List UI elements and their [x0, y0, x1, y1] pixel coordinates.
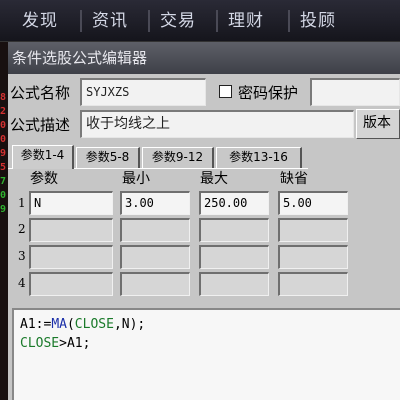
param-max-cell[interactable]: [199, 218, 269, 242]
strip-number: 9: [0, 148, 7, 159]
param-default-cell[interactable]: 5.00: [278, 191, 348, 215]
param-max-cell[interactable]: [199, 272, 269, 296]
column-header-param: 参数: [30, 171, 58, 187]
strip-number: 8: [0, 92, 7, 103]
password-input[interactable]: [310, 78, 400, 106]
strip-number: 7: [0, 176, 7, 187]
dialog-title: 条件选股公式编辑器: [12, 49, 148, 67]
param-max-cell[interactable]: 250.00: [199, 191, 269, 215]
menu-separator: [288, 10, 290, 32]
code-token-variable: A1: [20, 317, 36, 332]
code-line-1: A1:=MA(CLOSE,N);: [20, 315, 394, 334]
formula-desc-label: 公式描述: [10, 116, 71, 134]
left-quote-strip: 8 2 0 0 9 5 7 0 9: [0, 42, 8, 400]
strip-number: 0: [0, 120, 7, 131]
column-header-min: 最小: [122, 171, 150, 187]
code-token-args: ,N);: [113, 317, 146, 332]
menu-separator: [216, 10, 218, 32]
password-label: 密码保护: [238, 84, 299, 102]
param-min-cell[interactable]: [120, 218, 190, 242]
menu-separator: [148, 10, 150, 32]
menu-item-advisor[interactable]: 投顾: [300, 8, 336, 34]
row-number: 1: [18, 196, 26, 210]
menu-item-trade[interactable]: 交易: [160, 8, 196, 34]
param-min-cell[interactable]: [120, 245, 190, 269]
param-name-cell[interactable]: [29, 245, 113, 269]
formula-name-label: 公式名称: [10, 84, 71, 102]
param-default-cell[interactable]: [278, 245, 348, 269]
row-number: 4: [18, 276, 26, 290]
param-default-cell[interactable]: [278, 272, 348, 296]
dialog-titlebar[interactable]: 条件选股公式编辑器: [8, 42, 400, 74]
param-name-cell[interactable]: [29, 218, 113, 242]
menu-item-discover[interactable]: 发现: [22, 8, 58, 34]
password-checkbox[interactable]: [219, 85, 232, 98]
tab-params-1-4[interactable]: 参数1-4: [12, 145, 74, 169]
strip-number: 9: [0, 204, 7, 215]
row-number: 3: [18, 249, 26, 263]
tab-params-5-8[interactable]: 参数5-8: [76, 147, 140, 168]
menu-item-news[interactable]: 资讯: [92, 8, 128, 34]
formula-code-editor[interactable]: A1:=MA(CLOSE,N); CLOSE>A1;: [12, 308, 400, 400]
version-button[interactable]: 版本: [356, 109, 400, 139]
menu-item-wealth[interactable]: 理财: [228, 8, 264, 34]
formula-desc-input[interactable]: 收于均线之上: [80, 110, 354, 138]
column-header-max: 最大: [200, 171, 228, 187]
param-min-cell[interactable]: 3.00: [120, 191, 190, 215]
code-token-comparison: >A1;: [59, 336, 91, 351]
row-number: 2: [18, 222, 26, 236]
menu-separator: [80, 10, 82, 32]
code-token-keyword: CLOSE: [20, 336, 60, 351]
strip-number: 5: [0, 162, 7, 173]
column-header-default: 缺省: [280, 171, 308, 187]
param-default-cell[interactable]: [278, 218, 348, 242]
param-max-cell[interactable]: [199, 245, 269, 269]
code-token-keyword: CLOSE: [74, 317, 114, 332]
top-menu-bar: 发现 资讯 交易 理财 投顾: [0, 0, 400, 42]
strip-number: 0: [0, 134, 7, 145]
tab-params-9-12[interactable]: 参数9-12: [142, 147, 214, 168]
formula-editor-dialog: 条件选股公式编辑器 公式名称 SYJXZS 密码保护 公式描述 收于均线之上 版…: [8, 42, 400, 400]
strip-number: 0: [0, 190, 7, 201]
param-name-cell[interactable]: [29, 272, 113, 296]
param-name-cell[interactable]: N: [29, 191, 113, 215]
formula-name-input[interactable]: SYJXZS: [80, 78, 206, 106]
code-token-function: MA: [51, 317, 67, 332]
tab-params-13-16[interactable]: 参数13-16: [216, 147, 302, 168]
code-line-2: CLOSE>A1;: [20, 334, 394, 353]
code-token-assign: :=: [35, 317, 52, 332]
code-token-paren: (: [66, 317, 75, 332]
strip-number: 2: [0, 106, 7, 117]
param-min-cell[interactable]: [120, 272, 190, 296]
